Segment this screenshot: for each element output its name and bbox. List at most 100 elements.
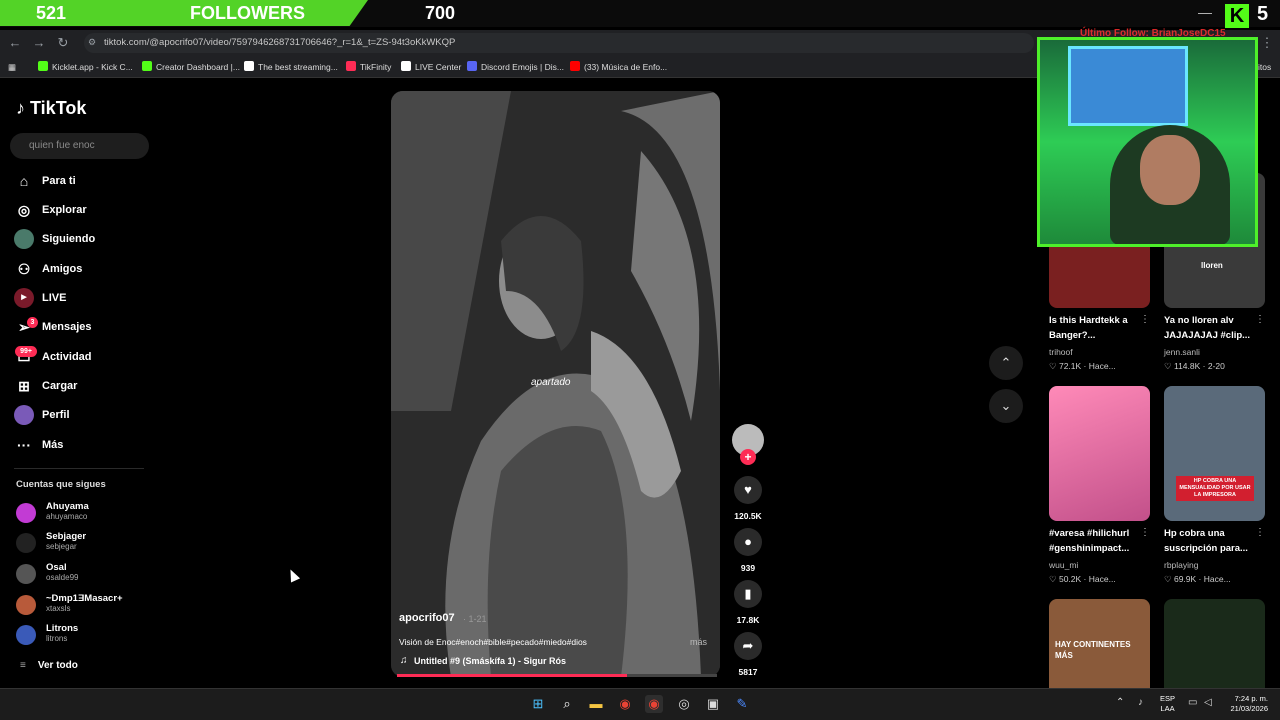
- recommendation-title[interactable]: Hp cobra una suscripción para...: [1164, 526, 1264, 556]
- windows-start-icon[interactable]: ⊞: [529, 695, 547, 713]
- bookmark[interactable]: LIVE Center: [401, 60, 461, 74]
- tray-chevron-up-icon[interactable]: ⌃: [1116, 697, 1124, 708]
- comment-button[interactable]: ●: [734, 528, 762, 556]
- terminal-icon[interactable]: ▣: [704, 695, 722, 713]
- chevron-down-icon: ⌄: [1000, 398, 1012, 413]
- forward-icon[interactable]: →: [30, 34, 48, 52]
- nav-siguiendo[interactable]: Siguiendo: [14, 228, 95, 250]
- recommendation-title[interactable]: #varesa #hilichurl #genshinimpact...: [1049, 526, 1149, 556]
- thumbnail-text: HAY CONTINENTES MÁS: [1055, 640, 1131, 660]
- search-input[interactable]: quien fue enoc: [10, 133, 149, 159]
- minimize-icon[interactable]: —: [1198, 4, 1212, 20]
- logo-text: TikTok: [30, 98, 87, 118]
- nav-mensajes[interactable]: ➢ Mensajes: [14, 316, 91, 338]
- recommendation-author[interactable]: rbplaying: [1164, 560, 1199, 570]
- webcam-feed: [1037, 37, 1258, 247]
- bookmark[interactable]: Creator Dashboard |...: [142, 60, 240, 74]
- chevron-up-icon: ⌃: [1000, 355, 1012, 370]
- bookmark-label: (33) Música de Enfo...: [584, 62, 668, 72]
- menu-kebab-icon[interactable]: ⋮: [1258, 34, 1276, 52]
- save-count: 17.8K: [736, 615, 760, 625]
- options-kebab-icon[interactable]: ⋮: [1255, 527, 1265, 538]
- nav-cargar[interactable]: ⊞ Cargar: [14, 375, 77, 397]
- avatar: [16, 625, 36, 645]
- microphone-icon[interactable]: ♪: [1138, 697, 1143, 708]
- bookmark[interactable]: TikFinity: [346, 60, 391, 74]
- nav-explorar[interactable]: ◎ Explorar: [14, 199, 87, 221]
- options-kebab-icon[interactable]: ⋮: [1140, 314, 1150, 325]
- friends-icon: ⚇: [17, 261, 31, 278]
- search-icon[interactable]: ⌕: [558, 695, 576, 713]
- bookmark[interactable]: The best streaming...: [244, 60, 338, 74]
- site-info-icon[interactable]: ⚙: [88, 37, 96, 48]
- pen-icon[interactable]: ✎: [733, 695, 751, 713]
- file-explorer-icon[interactable]: ▬: [587, 695, 605, 713]
- divider: [14, 468, 144, 469]
- avatar: [16, 503, 36, 523]
- clock-date: 21/03/2026: [1230, 704, 1268, 713]
- recommendation-author[interactable]: trihoof: [1049, 347, 1073, 357]
- share-button[interactable]: ➦: [734, 632, 762, 660]
- recommendation-author[interactable]: wuu_mi: [1049, 560, 1078, 570]
- account-name: ~Dmp1ƎMasacr+: [46, 593, 123, 604]
- nav-amigos[interactable]: ⚇ Amigos: [14, 258, 83, 280]
- address-bar[interactable]: tiktok.com/@apocrifo07/video/75979462687…: [84, 33, 1034, 53]
- tiktok-note-icon: ♪: [16, 98, 25, 118]
- nav-label: Siguiendo: [42, 233, 96, 245]
- bookmark-icon: [142, 61, 152, 71]
- options-kebab-icon[interactable]: ⋮: [1140, 527, 1150, 538]
- chrome-active-icon[interactable]: ◉: [645, 695, 663, 713]
- follow-plus-icon[interactable]: +: [740, 449, 756, 465]
- like-button[interactable]: ♥: [734, 476, 762, 504]
- followers-label: FOLLOWERS: [190, 3, 305, 23]
- chrome-icon[interactable]: ◉: [616, 695, 634, 713]
- network-icon[interactable]: ▭: [1188, 697, 1197, 708]
- clock-time: 7:24 p. m.: [1234, 694, 1268, 703]
- bookmark-icon: ▮: [744, 586, 752, 601]
- account-name: Ahuyama: [46, 501, 89, 512]
- bookmark[interactable]: Kicklet.app - Kick C...: [38, 60, 133, 74]
- next-video-button[interactable]: ⌄: [989, 389, 1023, 423]
- tiktok-logo[interactable]: ♪ TikTok: [16, 98, 86, 119]
- reload-icon[interactable]: ↻: [54, 34, 72, 52]
- nav-label: Perfil: [42, 409, 70, 421]
- recommendation-stats: ♡ 69.9K · Hace...: [1164, 574, 1231, 584]
- recommendation-thumbnail[interactable]: HP COBRA UNA MENSUALIDAD POR USAR LA IMP…: [1164, 386, 1265, 521]
- avatar: [16, 533, 36, 553]
- apps-grid-icon[interactable]: ▦: [8, 60, 16, 74]
- previous-video-button[interactable]: ⌃: [989, 346, 1023, 380]
- video-player[interactable]: apartado: [391, 91, 720, 677]
- video-music[interactable]: Untitled #9 (Smáskífa 1) - Sigur Rós: [414, 656, 566, 666]
- volume-icon[interactable]: ◁: [1204, 697, 1212, 708]
- account-handle: osalde99: [46, 573, 79, 582]
- nav-label: Explorar: [42, 204, 87, 216]
- obs-icon[interactable]: ◎: [675, 695, 693, 713]
- save-button[interactable]: ▮: [734, 580, 762, 608]
- nav-mas[interactable]: ··· Más: [14, 434, 63, 456]
- recommendation-title[interactable]: Ya no lloren alv JAJAJAJAJ #clip...: [1164, 313, 1264, 343]
- back-icon[interactable]: ←: [6, 34, 24, 52]
- bookmark[interactable]: Discord Emojis | Dis...: [467, 60, 564, 74]
- bookmark-label: Discord Emojis | Dis...: [481, 62, 564, 72]
- nav-live[interactable]: ▶ LIVE: [14, 287, 66, 309]
- heart-icon: ♥: [744, 482, 752, 497]
- clock[interactable]: 7:24 p. m. 21/03/2026: [1223, 694, 1268, 714]
- bookmark-overflow[interactable]: itos: [1258, 60, 1271, 74]
- recommendation-thumbnail[interactable]: [1164, 599, 1265, 688]
- nav-label: Para ti: [42, 175, 76, 187]
- input-language[interactable]: ESP LAA: [1160, 694, 1175, 714]
- recommendation-thumbnail[interactable]: [1049, 386, 1150, 521]
- see-all-link[interactable]: ≡ Ver todo: [20, 660, 78, 671]
- bookmark[interactable]: (33) Música de Enfo...: [570, 60, 667, 74]
- nav-para-ti[interactable]: ⌂ Para ti: [14, 170, 76, 192]
- nav-perfil[interactable]: Perfil: [14, 404, 70, 426]
- more-link[interactable]: más: [690, 637, 707, 647]
- bookmark-icon: [244, 61, 254, 71]
- recommendation-thumbnail[interactable]: HAY CONTINENTES MÁS: [1049, 599, 1150, 688]
- comment-count: 939: [740, 563, 756, 573]
- recommendation-title[interactable]: Is this Hardtekk a Banger?...: [1049, 313, 1149, 343]
- following-avatar-icon: [14, 229, 34, 250]
- options-kebab-icon[interactable]: ⋮: [1255, 314, 1265, 325]
- recommendation-author[interactable]: jenn.sanli: [1164, 347, 1200, 357]
- video-author[interactable]: apocrifo07: [399, 612, 455, 624]
